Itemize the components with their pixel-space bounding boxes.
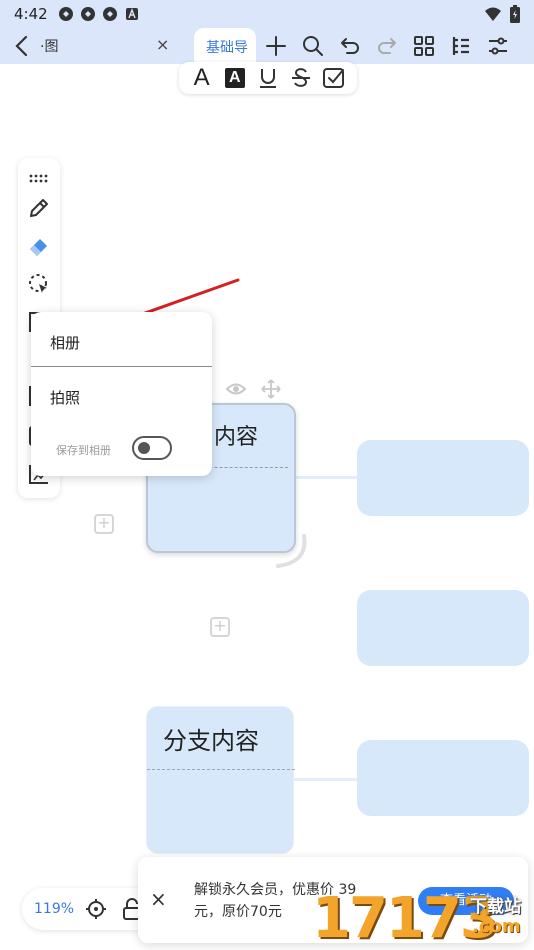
redo-icon[interactable] xyxy=(373,32,400,60)
connector-line xyxy=(296,476,358,479)
tab-document[interactable]: ·图 xyxy=(40,36,58,56)
site-watermark: 17173 下载站 .com xyxy=(310,884,534,950)
node-divider xyxy=(147,769,295,770)
move-icon[interactable] xyxy=(261,379,281,399)
close-tab-button[interactable]: × xyxy=(156,35,169,54)
top-toolbar: ·图 × 基础导 xyxy=(0,28,534,64)
notification-icon xyxy=(80,6,96,22)
save-to-album-label: 保存到相册 xyxy=(56,444,111,457)
search-icon[interactable] xyxy=(299,32,326,60)
eraser-icon[interactable] xyxy=(27,234,51,258)
toggle-knob xyxy=(138,442,150,454)
underline-icon[interactable] xyxy=(255,65,281,91)
highlight-a-glyph: A xyxy=(224,68,245,88)
undo-icon[interactable] xyxy=(336,32,363,60)
grid-icon[interactable] xyxy=(410,32,437,60)
zoom-level[interactable]: 119% xyxy=(34,901,74,917)
lasso-icon[interactable] xyxy=(27,272,51,296)
a-icon xyxy=(124,6,140,22)
battery-icon xyxy=(510,5,520,27)
sub-node[interactable] xyxy=(357,590,529,666)
text-a-icon[interactable]: A xyxy=(189,64,215,91)
strikethrough-icon[interactable] xyxy=(288,65,314,91)
sub-node[interactable] xyxy=(357,740,529,816)
save-to-album-toggle[interactable] xyxy=(132,436,172,460)
insert-image-menu: 相册 拍照 保存到相册 xyxy=(31,312,212,476)
tab-active-label: 基础导 xyxy=(206,40,248,56)
settings-sliders-icon[interactable] xyxy=(484,32,511,60)
sub-node[interactable] xyxy=(357,440,529,516)
branch-node[interactable]: 分支内容 xyxy=(146,706,295,854)
pen-icon[interactable] xyxy=(27,196,51,220)
menu-item-camera[interactable]: 拍照 xyxy=(50,387,80,408)
status-time: 4:42 xyxy=(14,5,48,23)
add-node-button[interactable]: + xyxy=(94,514,114,534)
text-highlight-icon[interactable]: A xyxy=(222,65,248,91)
checkbox-icon[interactable] xyxy=(321,65,347,91)
text-a-glyph: A xyxy=(193,64,210,91)
central-node-text[interactable]: 内容 xyxy=(214,419,258,451)
drag-handle-icon[interactable] xyxy=(27,166,51,190)
notification-icon xyxy=(102,6,118,22)
eye-icon[interactable] xyxy=(225,380,247,398)
notification-icon xyxy=(58,6,74,22)
format-toolbar: A A xyxy=(179,62,357,94)
watermark-domain: .com xyxy=(472,916,521,937)
connector-line xyxy=(294,778,358,781)
branch-node-text[interactable]: 分支内容 xyxy=(163,721,259,756)
tab-active[interactable]: 基础导 xyxy=(194,28,256,64)
watermark-site: 下载站 xyxy=(470,897,521,917)
plus-icon[interactable] xyxy=(262,32,289,60)
add-node-button[interactable]: + xyxy=(210,617,230,637)
resize-handle-icon[interactable] xyxy=(276,534,310,570)
menu-divider xyxy=(31,366,212,367)
wifi-icon xyxy=(484,6,502,26)
locate-icon[interactable] xyxy=(85,898,107,920)
outline-icon[interactable] xyxy=(447,32,474,60)
back-icon[interactable] xyxy=(10,32,36,60)
close-promo-button[interactable]: × xyxy=(150,887,167,911)
status-bar: 4:42 xyxy=(0,0,534,28)
menu-item-album[interactable]: 相册 xyxy=(50,332,80,353)
